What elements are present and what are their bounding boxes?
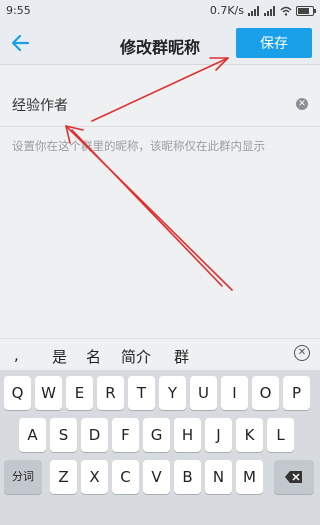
key-d[interactable]: D — [81, 418, 108, 452]
key-h[interactable]: H — [174, 418, 201, 452]
backspace-icon — [285, 471, 302, 483]
key-z[interactable]: Z — [50, 460, 77, 494]
backspace-key[interactable] — [274, 460, 314, 494]
status-icons: 0.7K/s — [209, 4, 316, 17]
nickname-hint: 设置你在这个群里的昵称，该昵称仅在此群内显示 — [12, 139, 265, 153]
key-n[interactable]: N — [205, 460, 232, 494]
candidate-item[interactable]: 简介 — [121, 346, 151, 367]
clear-input-icon[interactable]: ✕ — [296, 98, 308, 110]
key-w[interactable]: W — [35, 376, 62, 410]
signal-icon-2 — [264, 5, 276, 16]
key-c[interactable]: C — [112, 460, 139, 494]
nickname-input[interactable] — [12, 92, 272, 118]
key-f[interactable]: F — [112, 418, 139, 452]
key-i[interactable]: I — [221, 376, 248, 410]
segment-key[interactable]: 分词 — [4, 460, 42, 494]
title-bar: 修改群昵称 保存 — [0, 22, 320, 65]
close-candidates-icon[interactable]: ✕ — [294, 345, 310, 361]
key-e[interactable]: E — [66, 376, 93, 410]
candidate-item[interactable]: 是 — [52, 346, 67, 367]
network-speed: 0.7K/s — [209, 4, 244, 17]
wifi-icon — [280, 6, 292, 16]
key-a[interactable]: A — [19, 418, 46, 452]
candidate-item[interactable]: 名 — [86, 346, 101, 367]
save-button[interactable]: 保存 — [236, 28, 312, 58]
nickname-row: ✕ — [0, 84, 320, 127]
key-m[interactable]: M — [236, 460, 263, 494]
key-b[interactable]: B — [174, 460, 201, 494]
key-o[interactable]: O — [252, 376, 279, 410]
candidate-bar: , 是 名 简介 群 ✕ — [0, 338, 320, 371]
key-v[interactable]: V — [143, 460, 170, 494]
candidate-item[interactable]: , — [14, 346, 19, 364]
signal-icon — [248, 5, 260, 16]
key-p[interactable]: P — [283, 376, 310, 410]
keyboard: Q W E R T Y U I O P A S D F G H J K L 分词… — [0, 370, 320, 525]
key-r[interactable]: R — [97, 376, 124, 410]
status-time: 9:55 — [6, 4, 31, 17]
candidate-item[interactable]: 群 — [174, 346, 189, 367]
key-s[interactable]: S — [50, 418, 77, 452]
battery-icon — [296, 5, 316, 16]
key-l[interactable]: L — [267, 418, 294, 452]
key-g[interactable]: G — [143, 418, 170, 452]
key-k[interactable]: K — [236, 418, 263, 452]
key-q[interactable]: Q — [4, 376, 31, 410]
key-y[interactable]: Y — [159, 376, 186, 410]
key-x[interactable]: X — [81, 460, 108, 494]
key-u[interactable]: U — [190, 376, 217, 410]
key-t[interactable]: T — [128, 376, 155, 410]
status-bar: 9:55 0.7K/s — [0, 0, 320, 22]
key-j[interactable]: J — [205, 418, 232, 452]
